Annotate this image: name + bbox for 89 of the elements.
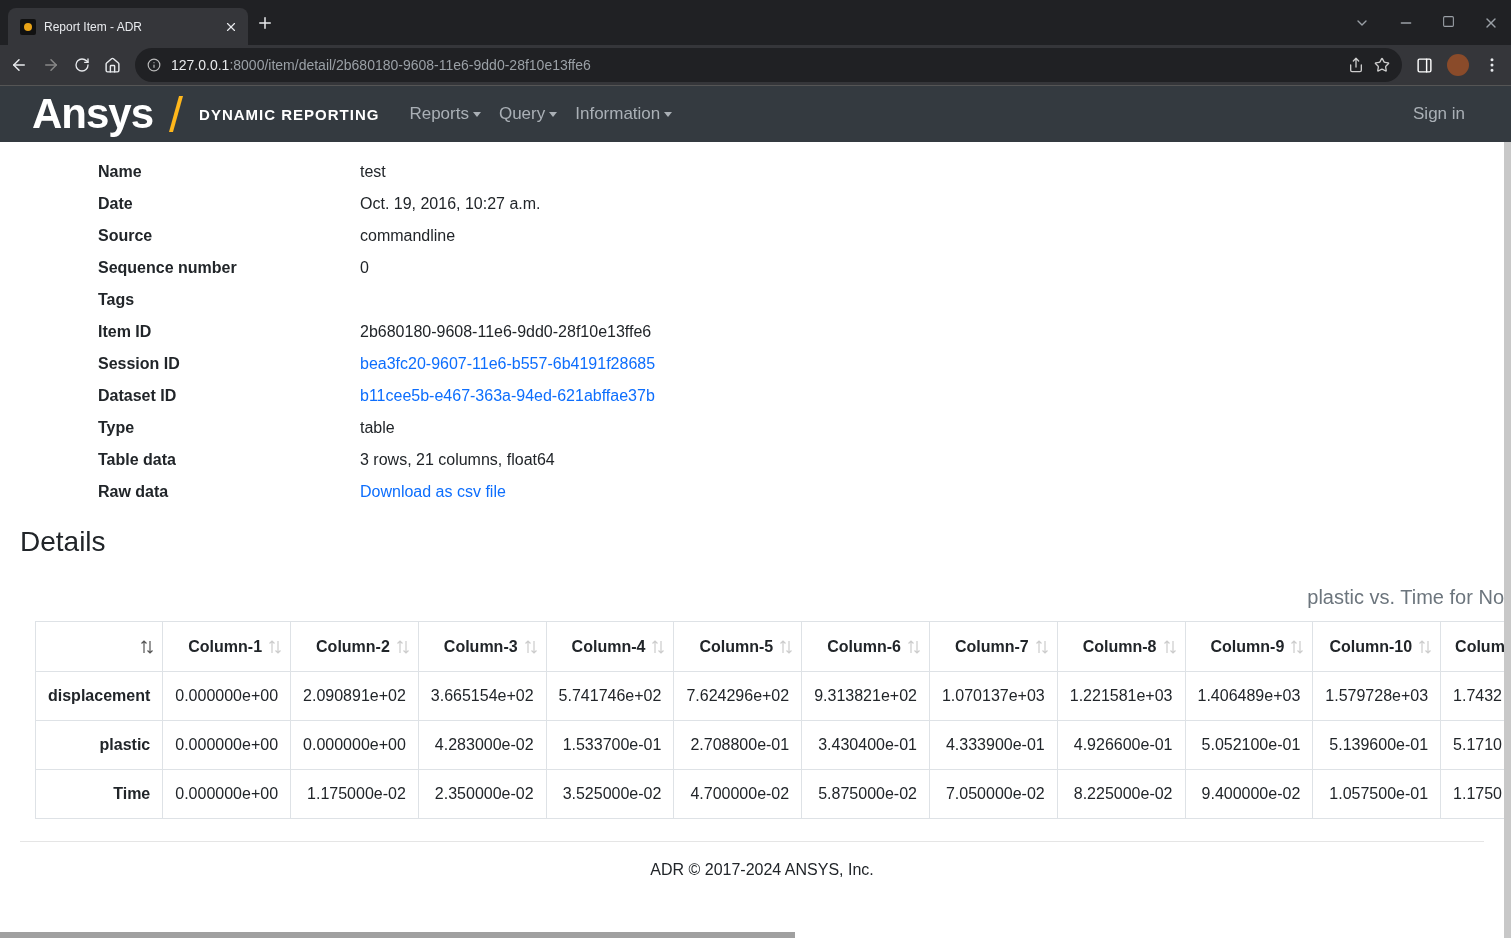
header-cell[interactable]: Column-6: [801, 621, 930, 672]
table-cell: 1.221581e+03: [1057, 671, 1185, 721]
table-cell: 8.225000e-02: [1057, 769, 1185, 819]
table-cell: 1.579728e+03: [1312, 671, 1441, 721]
home-icon[interactable]: [104, 56, 121, 74]
field-value: Oct. 19, 2016, 10:27 a.m.: [360, 194, 542, 214]
field-label: Dataset ID: [98, 386, 178, 406]
field-label: Item ID: [98, 322, 153, 342]
field-label: Source: [98, 226, 154, 246]
address-bar[interactable]: 127.0.0.1:8000/item/detail/2b680180-9608-11e6-9dd0-28f10e13ffe6: [135, 48, 1402, 82]
field-label: Sequence number: [98, 258, 238, 278]
side-panel-icon[interactable]: [1416, 56, 1433, 74]
table-cell: 5.875000e-02: [801, 769, 930, 819]
field-label: Name: [98, 162, 143, 182]
table-cell: 7.624296e+02: [673, 671, 802, 721]
field-link[interactable]: Download as csv file: [360, 476, 656, 508]
field-value: 0: [360, 258, 370, 278]
table-cell: 3.525000e-02: [546, 769, 674, 819]
table-cell: 4.700000e-02: [673, 769, 802, 819]
table-cell: 2.350000e-02: [418, 769, 547, 819]
header-cell[interactable]: Colum: [1440, 621, 1504, 672]
table-cell: 4.926600e-01: [1057, 720, 1185, 770]
table-cell: 3.665154e+02: [418, 671, 547, 721]
table-cell: 9.400000e-02: [1185, 769, 1313, 819]
field-label: Date: [98, 194, 134, 214]
table-cell: 2.708800e-01: [673, 720, 802, 770]
table-cell: 1.175000e-02: [290, 769, 419, 819]
header-cell[interactable]: Column-5: [673, 621, 802, 672]
field-label: Tags: [98, 290, 136, 310]
table-cell: 9.313821e+02: [801, 671, 930, 721]
table-cell: 1.070137e+03: [929, 671, 1058, 721]
field-value: test: [360, 162, 387, 182]
table-cell: 5.741746e+02: [546, 671, 674, 721]
header-cell[interactable]: Column-10: [1312, 621, 1441, 672]
table-cell: 0.000000e+00: [162, 671, 291, 721]
table-cell: 2.090891e+02: [290, 671, 419, 721]
field-value: 2b680180-9608-11e6-9dd0-28f10e13ffe6: [360, 322, 653, 342]
field-link[interactable]: bea3fc20-9607-11e6-b557-6b4191f28685: [360, 348, 656, 380]
sort-icon[interactable]: [140, 638, 155, 655]
star-icon[interactable]: [1374, 57, 1390, 73]
slash-icon: [167, 96, 186, 132]
row-header: Time: [35, 769, 163, 819]
nav-menu[interactable]: Reports: [409, 104, 481, 124]
field-value: 3 rows, 21 columns, float64: [360, 450, 556, 470]
header-cell[interactable]: Column-1: [162, 621, 291, 672]
field-label: Table data: [98, 450, 177, 470]
header-cell[interactable]: Column-8: [1057, 621, 1185, 672]
header-cell[interactable]: Column-3: [418, 621, 547, 672]
field-label: Type: [98, 418, 136, 438]
table-cell: 7.050000e-02: [929, 769, 1058, 819]
row-header: plastic: [35, 720, 163, 770]
nav-menu[interactable]: Query: [498, 104, 558, 124]
share-icon[interactable]: [1348, 57, 1364, 73]
maximize-icon[interactable]: [1442, 14, 1455, 28]
table-cell: 1.057500e-01: [1312, 769, 1441, 819]
nav-menu[interactable]: Information: [575, 104, 673, 124]
field-label: Session ID: [98, 354, 181, 374]
field-value: table: [360, 418, 396, 438]
table-cell: 4.333900e-01: [929, 720, 1058, 770]
logo-text[interactable]: Ansys: [32, 90, 154, 138]
section-heading: Details: [20, 526, 107, 558]
header-cell[interactable]: [35, 621, 163, 672]
table-cell: 0.000000e+00: [162, 769, 291, 819]
header-cell[interactable]: Column-7: [929, 621, 1058, 672]
table-cell: 0.000000e+00: [162, 720, 291, 770]
field-value: commandline: [360, 226, 457, 246]
table-cell: 1.533700e-01: [546, 720, 674, 770]
back-icon[interactable]: [10, 56, 28, 74]
footer-text: ADR © 2017-2024 ANSYS, Inc.: [650, 861, 874, 879]
header-cell[interactable]: Column-9: [1185, 621, 1313, 672]
table-cell: 3.430400e-01: [801, 720, 930, 770]
brand-subtitle: DYNAMIC REPORTING: [199, 105, 380, 123]
field-label: Raw data: [98, 482, 170, 502]
sign-in-link[interactable]: Sign in: [1413, 104, 1465, 124]
field-link[interactable]: b11cee5b-e467-363a-94ed-621abffae37b: [360, 380, 656, 412]
table-cell: 0.000000e+00: [290, 720, 419, 770]
browser-tab[interactable]: Report Item - ADR: [8, 8, 248, 45]
table-title: plastic vs. Time for No: [1307, 586, 1504, 609]
table-cell: 4.283000e-02: [418, 720, 547, 770]
info-icon[interactable]: [147, 58, 161, 72]
header-cell[interactable]: Column-4: [546, 621, 674, 672]
table-cell: 5.139600e-01: [1312, 720, 1441, 770]
row-header: displacement: [35, 671, 163, 721]
favicon-icon: [20, 18, 36, 35]
reload-icon[interactable]: [74, 57, 90, 73]
table-cell: 1.406489e+03: [1185, 671, 1313, 721]
forward-icon[interactable]: [42, 56, 60, 74]
header-cell[interactable]: Column-2: [290, 621, 419, 672]
table-cell: 5.052100e-01: [1185, 720, 1313, 770]
